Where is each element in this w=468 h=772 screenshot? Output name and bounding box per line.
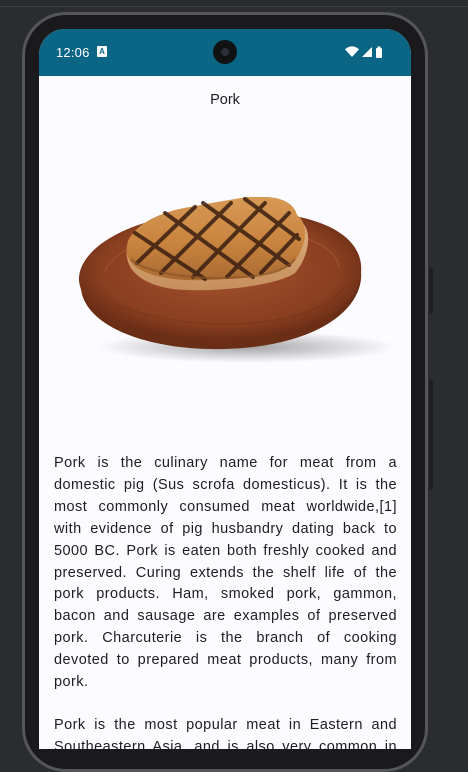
cell-signal-icon (362, 47, 372, 57)
status-bar: 12:06 A (39, 29, 411, 76)
wifi-icon (345, 46, 359, 57)
battery-icon (376, 46, 382, 58)
page-title: Pork (210, 92, 240, 108)
power-button[interactable] (429, 268, 433, 314)
phone-screen: 12:06 A Pork Pork is the culinary name f… (39, 29, 411, 749)
article-paragraph: Pork is the most popular meat in Eastern… (54, 716, 397, 749)
status-icons (345, 46, 382, 58)
front-camera (213, 40, 237, 64)
camera-lens (221, 48, 229, 56)
status-time: 12:06 (56, 45, 90, 60)
article-paragraph: Pork is the culinary name for meat from … (54, 455, 397, 691)
article-body: Pork is the culinary name for meat from … (54, 453, 397, 749)
a-badge-icon: A (97, 46, 107, 57)
emulator-toolbar-divider (0, 6, 468, 7)
pork-image (78, 197, 393, 363)
volume-button[interactable] (429, 380, 433, 490)
